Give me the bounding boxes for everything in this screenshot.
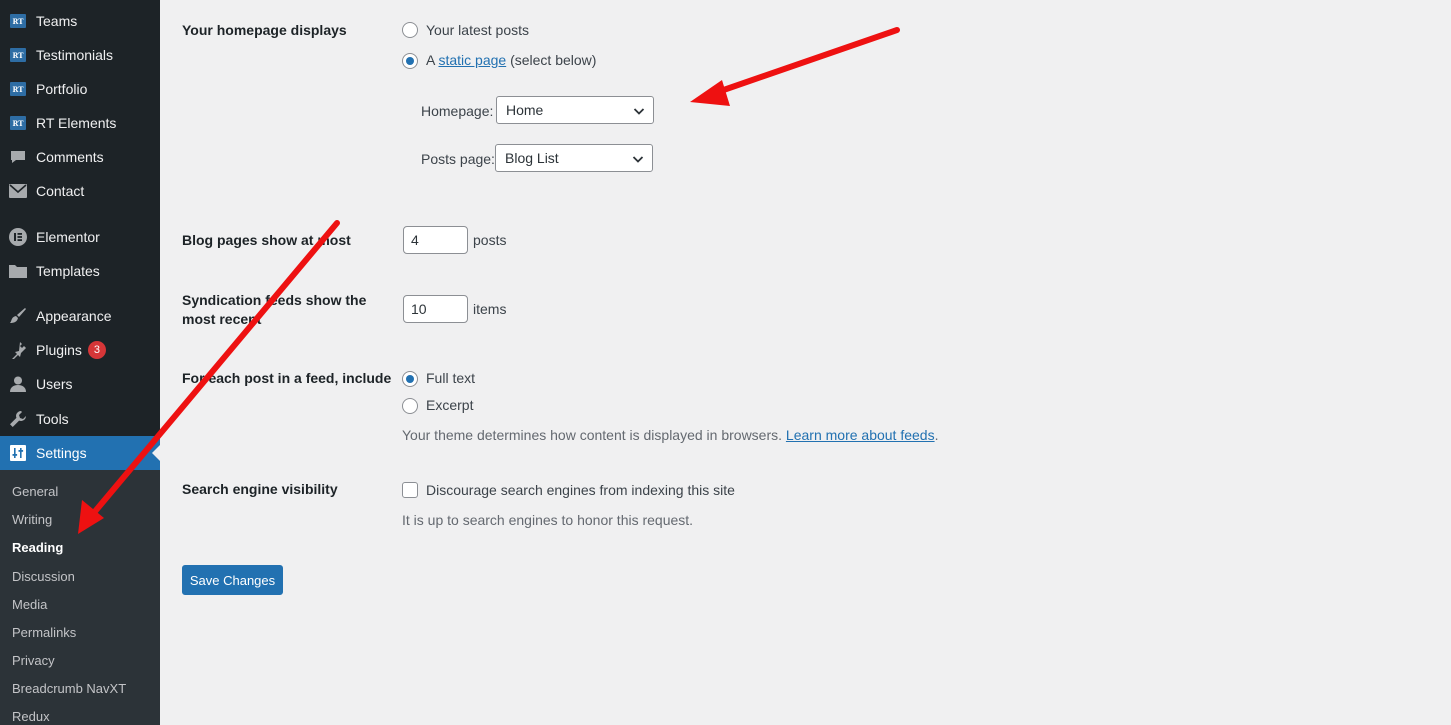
chevron-down-icon xyxy=(633,108,645,115)
blog-pages-label: Blog pages show at most xyxy=(182,232,351,248)
full-text-label: Full text xyxy=(426,370,476,386)
submenu-discussion[interactable]: Discussion xyxy=(12,569,75,585)
menu-item-elementor[interactable]: Elementor xyxy=(0,220,160,254)
menu-item-plugins[interactable]: Plugins 3 xyxy=(0,333,160,367)
feed-description-period: . xyxy=(934,427,939,443)
submenu-reading[interactable]: Reading xyxy=(12,540,63,556)
settings-submenu: General Writing Reading Discussion Media… xyxy=(0,470,160,725)
menu-item-settings[interactable]: Settings xyxy=(0,436,160,470)
menu-item-rt-elements[interactable]: RT RT Elements xyxy=(0,106,160,140)
menu-item-label: Elementor xyxy=(36,229,100,245)
save-changes-button[interactable]: Save Changes xyxy=(182,565,283,595)
homepage-select[interactable]: Home xyxy=(496,96,654,124)
submenu-breadcrumb-navxt[interactable]: Breadcrumb NavXT xyxy=(12,681,126,697)
submenu-permalinks[interactable]: Permalinks xyxy=(12,625,76,641)
menu-item-label: Appearance xyxy=(36,308,112,324)
menu-item-label: Testimonials xyxy=(36,47,114,63)
settings-icon xyxy=(9,444,27,462)
full-text-radio[interactable] xyxy=(402,371,418,387)
menu-item-label: Contact xyxy=(36,183,85,199)
menu-item-teams[interactable]: RT Teams xyxy=(0,4,160,38)
menu-item-label: Plugins xyxy=(36,342,82,358)
menu-item-appearance[interactable]: Appearance xyxy=(0,299,160,333)
reading-settings-form: Your homepage displays Your latest posts… xyxy=(160,0,1451,725)
static-page-suffix: (select below) xyxy=(510,52,597,68)
menu-item-label: Tools xyxy=(36,411,69,427)
menu-item-label: Users xyxy=(36,376,73,392)
menu-item-label: RT Elements xyxy=(36,115,117,131)
menu-item-comments[interactable]: Comments xyxy=(0,140,160,174)
menu-item-portfolio[interactable]: RT Portfolio xyxy=(0,72,160,106)
latest-posts-radio[interactable] xyxy=(402,22,418,38)
static-page-radio[interactable] xyxy=(402,53,418,69)
menu-item-templates[interactable]: Templates xyxy=(0,254,160,288)
elementor-icon xyxy=(9,228,27,246)
static-page-prefix: A xyxy=(426,52,435,68)
rt-icon: RT xyxy=(9,12,27,30)
rt-icon: RT xyxy=(9,80,27,98)
syndication-unit: items xyxy=(473,301,507,317)
menu-item-label: Teams xyxy=(36,13,78,29)
posts-page-select-value: Blog List xyxy=(505,150,559,166)
learn-more-feeds-link[interactable]: Learn more about feeds xyxy=(786,427,935,443)
posts-page-select[interactable]: Blog List xyxy=(495,144,653,172)
menu-item-label: Templates xyxy=(36,263,100,279)
plugin-icon xyxy=(9,341,27,359)
feed-description: Your theme determines how content is dis… xyxy=(402,426,938,444)
blog-pages-input[interactable] xyxy=(403,226,468,254)
static-page-label: A static page (select below) xyxy=(426,51,596,69)
posts-page-select-label: Posts page: xyxy=(421,151,495,167)
blog-pages-unit: posts xyxy=(473,232,507,248)
menu-item-label: Portfolio xyxy=(36,81,88,97)
menu-item-contact[interactable]: Contact xyxy=(0,174,160,208)
latest-posts-label: Your latest posts xyxy=(426,22,529,38)
submenu-media[interactable]: Media xyxy=(12,597,47,613)
homepage-displays-label: Your homepage displays xyxy=(182,22,347,38)
excerpt-label: Excerpt xyxy=(426,397,474,413)
search-visibility-description: It is up to search engines to honor this… xyxy=(402,512,694,528)
feed-description-text: Your theme determines how content is dis… xyxy=(402,427,783,443)
plugins-update-count-badge: 3 xyxy=(87,341,106,359)
syndication-input[interactable] xyxy=(403,295,468,323)
comment-icon xyxy=(9,148,27,166)
menu-item-label: Settings xyxy=(36,445,87,461)
envelope-icon xyxy=(9,182,27,200)
rt-icon: RT xyxy=(9,114,27,132)
feed-include-label: For each post in a feed, include xyxy=(182,370,392,386)
search-visibility-label: Search engine visibility xyxy=(182,481,338,497)
folder-icon xyxy=(9,262,27,280)
syndication-label: Syndication feeds show the most recent xyxy=(182,292,367,327)
discourage-search-checkbox[interactable] xyxy=(402,482,418,498)
discourage-search-label: Discourage search engines from indexing … xyxy=(426,482,735,498)
static-page-link[interactable]: static page xyxy=(438,52,506,68)
rt-icon: RT xyxy=(9,46,27,64)
chevron-down-icon xyxy=(632,156,644,163)
homepage-select-label: Homepage: xyxy=(421,103,494,119)
submenu-privacy[interactable]: Privacy xyxy=(12,653,55,669)
wrench-icon xyxy=(9,410,27,428)
menu-item-users[interactable]: Users xyxy=(0,367,160,401)
submenu-writing[interactable]: Writing xyxy=(12,512,52,528)
admin-sidebar: RT Teams RT Testimonials RT Portfolio RT… xyxy=(0,0,160,725)
submenu-general[interactable]: General xyxy=(12,484,58,500)
menu-item-tools[interactable]: Tools xyxy=(0,402,160,436)
brush-icon xyxy=(9,307,27,325)
submenu-redux[interactable]: Redux xyxy=(12,709,50,725)
excerpt-radio[interactable] xyxy=(402,398,418,414)
menu-item-testimonials[interactable]: RT Testimonials xyxy=(0,38,160,72)
menu-item-label: Comments xyxy=(36,149,104,165)
homepage-select-value: Home xyxy=(506,102,544,118)
user-icon xyxy=(9,375,27,393)
